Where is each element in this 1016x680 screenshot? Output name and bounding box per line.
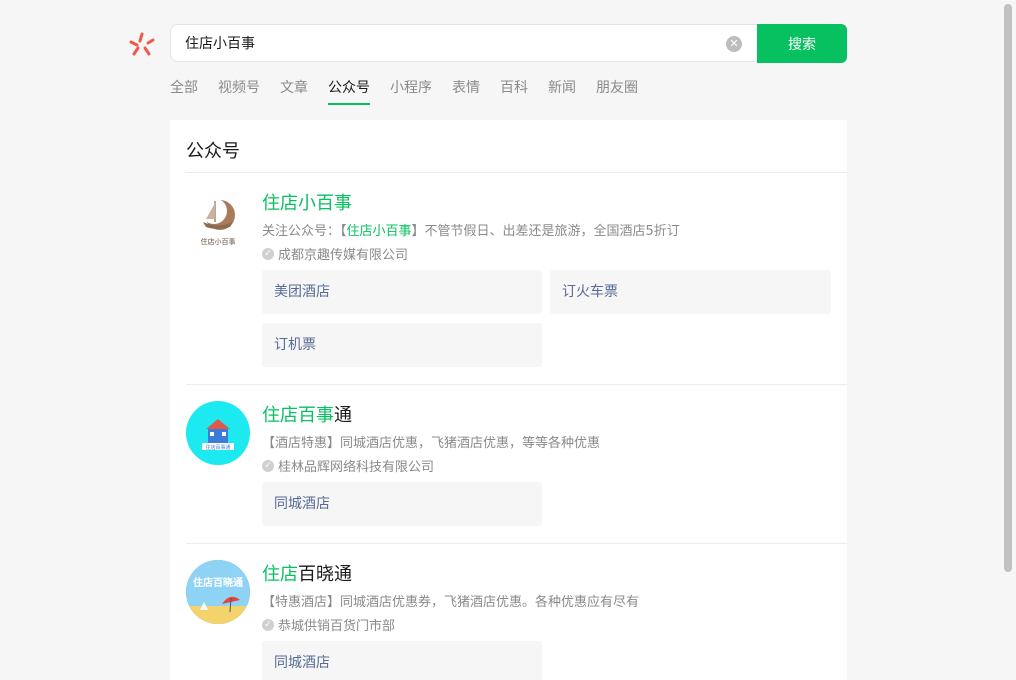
menu-item-train-ticket[interactable]: 订火车票 (550, 270, 831, 314)
account-title[interactable]: 住店百晓通 (262, 560, 352, 586)
tab-encyclopedia[interactable]: 百科 (500, 79, 528, 104)
desc-prefix: 关注公众号：【 (262, 224, 347, 239)
menu-item-meituan-hotel[interactable]: 美团酒店 (262, 270, 542, 314)
account-description: 【酒店特惠】同城酒店优惠，飞猪酒店优惠，等等各种优惠 (262, 436, 601, 451)
scrollbar[interactable] (1000, 0, 1016, 680)
tab-moments[interactable]: 朋友圈 (596, 79, 638, 104)
verified-icon: ✓ (262, 247, 274, 260)
verified-icon: ✓ (262, 618, 274, 631)
company-name: 恭城供销百货门市部 (278, 619, 396, 634)
tab-news[interactable]: 新闻 (548, 79, 576, 104)
menu-item-flight-ticket[interactable]: 订机票 (262, 323, 542, 367)
section-title: 公众号 (186, 141, 240, 162)
account-company: ✓ 成都京趣传媒有限公司 (262, 244, 408, 263)
account-description: 【特惠酒店】同城酒店优惠券，飞猪酒店优惠。各种优惠应有尽有 (262, 595, 640, 610)
account-title[interactable]: 住店百事通 (262, 401, 352, 427)
verified-icon: ✓ (262, 459, 274, 472)
wechat-search-logo (129, 32, 155, 56)
title-rest: 通 (334, 405, 352, 426)
tab-all[interactable]: 全部 (170, 79, 198, 104)
account-avatar[interactable]: 住店小百事 (186, 189, 250, 253)
tab-channels[interactable]: 视频号 (218, 79, 260, 104)
clear-icon[interactable]: ✕ (726, 36, 742, 52)
menu-item-city-hotel[interactable]: 同城酒店 (262, 482, 542, 526)
desc-suffix: 】不管节假日、出差还是旅游，全国酒店5折订 (411, 224, 680, 239)
company-name: 成都京趣传媒有限公司 (278, 248, 409, 263)
tab-articles[interactable]: 文章 (280, 79, 308, 104)
beach-umbrella-icon: 住店百晓通 (186, 560, 250, 624)
tab-official-accounts[interactable]: 公众号 (328, 79, 370, 105)
company-name: 桂林品辉网络科技有限公司 (278, 460, 435, 475)
desc-highlight: 住店小百事 (346, 224, 412, 239)
account-result: 住店小百事 住店小百事 关注公众号：【住店小百事】不管节假日、出差还是旅游，全国… (186, 173, 847, 385)
account-company: ✓ 恭城供销百货门市部 (262, 615, 395, 634)
boat-logo-icon: 住店小百事 (201, 198, 236, 246)
search-input[interactable] (185, 25, 705, 61)
tab-stickers[interactable]: 表情 (452, 79, 480, 104)
account-title[interactable]: 住店小百事 (262, 189, 352, 215)
tab-mini-programs[interactable]: 小程序 (390, 79, 432, 104)
account-result: 住店百晓通 住店百晓通 【特惠酒店】同城酒店优惠券，飞猪酒店优惠。各种优惠应有尽… (186, 544, 847, 680)
svg-text:住店百晓通: 住店百晓通 (193, 576, 243, 589)
results-panel: 公众号 住店小百事 住店小百事 关注公众号：【住店小百事】不管节假日、出差还是旅… (170, 120, 847, 680)
search-button[interactable]: 搜索 (757, 24, 847, 63)
title-highlight: 住店 (262, 564, 298, 585)
title-rest: 百晓通 (298, 564, 352, 585)
hotel-house-icon: 住店百事通 (202, 419, 234, 451)
search-box: ✕ (170, 24, 757, 62)
scrollbar-thumb[interactable] (1004, 4, 1012, 572)
account-description: 关注公众号：【住店小百事】不管节假日、出差还是旅游，全国酒店5折订 (262, 220, 680, 239)
title-highlight: 住店小百事 (262, 193, 352, 214)
filter-tabs: 全部 视频号 文章 公众号 小程序 表情 百科 新闻 朋友圈 (170, 79, 658, 105)
account-avatar[interactable]: 住店百晓通 (186, 560, 250, 624)
title-highlight: 住店百事 (262, 405, 334, 426)
account-avatar[interactable]: 住店百事通 (186, 401, 250, 465)
svg-text:住店百事通: 住店百事通 (205, 444, 230, 451)
account-company: ✓ 桂林品辉网络科技有限公司 (262, 456, 434, 475)
menu-item-city-hotel[interactable]: 同城酒店 (262, 641, 542, 680)
svg-text:住店小百事: 住店小百事 (201, 237, 236, 246)
account-result: 住店百事通 住店百事通 【酒店特惠】同城酒店优惠，飞猪酒店优惠，等等各种优惠 ✓… (186, 385, 847, 544)
